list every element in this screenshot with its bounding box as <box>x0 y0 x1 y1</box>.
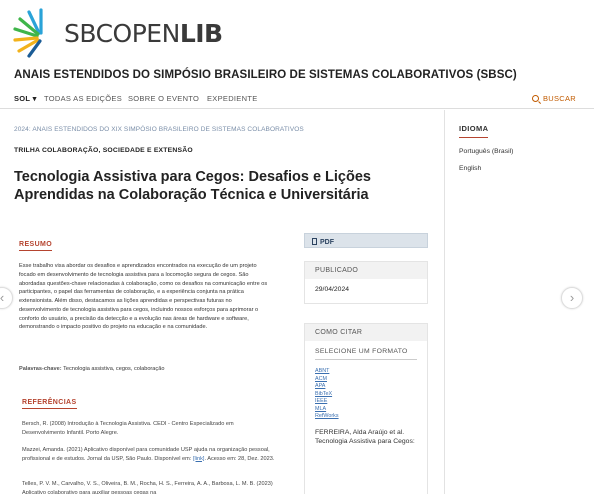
format-list: ABNT ACM APA BibTeX IEEE MLA RefWorks <box>305 360 427 421</box>
chevron-left-icon: ‹ <box>0 290 5 305</box>
format-apa[interactable]: APA <box>315 383 417 391</box>
page-title: Tecnologia Assistiva para Cegos: Desafio… <box>14 169 371 203</box>
reference-text-tail: . Acesso em: 28, Dez. 2023. <box>204 455 275 462</box>
references-heading: REFERÊNCIAS <box>22 399 77 409</box>
chevron-right-icon: › <box>569 290 575 305</box>
citation-card: COMO CITAR SELECIONE UM FORMATO ABNT ACM… <box>304 323 428 494</box>
sbc-openlib-logo[interactable]: SBCOPENLIB <box>12 6 223 64</box>
nav-sol-dropdown[interactable]: SOL ▾ <box>14 94 37 103</box>
sunburst-icon <box>13 8 43 58</box>
nav-all-editions[interactable]: TODAS AS EDIÇÕES <box>44 94 122 103</box>
search-link[interactable]: BUSCAR <box>531 94 576 103</box>
citation-text: FERREIRA, Alda Araújo et al. Tecnologia … <box>315 428 415 445</box>
reference-item: Bersch, R. (2008) Introdução à Tecnologi… <box>22 421 234 436</box>
main-nav: SOL ▾ TODAS AS EDIÇÕES SOBRE O EVENTO EX… <box>0 87 594 109</box>
cite-label: COMO CITAR <box>305 324 427 341</box>
section-label: TRILHA COLABORAÇÃO, SOCIEDADE E EXTENSÃO <box>14 147 193 154</box>
language-heading: IDIOMA <box>459 124 489 138</box>
nav-expediente[interactable]: EXPEDIENTE <box>207 94 258 103</box>
breadcrumb[interactable]: 2024: ANAIS ESTENDIDOS DO XIX SIMPÓSIO B… <box>14 126 304 133</box>
abstract-heading: RESUMO <box>19 241 53 251</box>
reference-item: Telles, P. V. M., Carvalho, V. S., Olive… <box>22 481 273 494</box>
published-label: PUBLICADO <box>305 262 427 279</box>
next-arrow-button[interactable]: › <box>561 287 583 309</box>
keywords: Palavras-chave: Tecnologia assistiva, ce… <box>19 366 164 372</box>
main-content: 2024: ANAIS ESTENDIDOS DO XIX SIMPÓSIO B… <box>0 110 594 494</box>
format-acm[interactable]: ACM <box>315 376 417 384</box>
logo-part-open: OPEN <box>112 19 181 48</box>
format-select-label[interactable]: SELECIONE UM FORMATO <box>305 341 427 355</box>
format-abnt[interactable]: ABNT <box>315 368 417 376</box>
reference-item: Mazzei, Amanda. (2021) Aplicativo dispon… <box>22 446 277 463</box>
nav-sol-label: SOL <box>14 94 31 103</box>
caret-down-icon: ▾ <box>32 94 37 103</box>
format-ieee[interactable]: IEEE <box>315 398 417 406</box>
format-bibtex[interactable]: BibTeX <box>315 391 417 399</box>
reference-link[interactable]: [link] <box>193 456 205 462</box>
format-refworks[interactable]: RefWorks <box>315 413 417 421</box>
search-icon <box>531 95 539 102</box>
language-english[interactable]: English <box>459 165 481 172</box>
keywords-value: Tecnologia assistiva, cegos, colaboração <box>63 366 165 372</box>
abstract-text: Esse trabalho visa abordar os desafios e… <box>19 263 268 331</box>
language-portuguese[interactable]: Português (Brasil) <box>459 148 513 155</box>
site-title[interactable]: ANAIS ESTENDIDOS DO SIMPÓSIO BRASILEIRO … <box>14 69 517 81</box>
format-mla[interactable]: MLA <box>315 406 417 414</box>
published-date: 29/04/2024 <box>315 286 350 293</box>
keywords-label: Palavras-chave: <box>19 366 62 372</box>
search-label: BUSCAR <box>542 94 576 103</box>
pdf-button[interactable]: PDF <box>304 233 428 248</box>
nav-about-event[interactable]: SOBRE O EVENTO <box>128 94 199 103</box>
published-card: PUBLICADO 29/04/2024 <box>304 261 428 304</box>
sidebar-divider <box>444 110 445 494</box>
document-icon <box>312 238 317 245</box>
logo-part-lib: LIB <box>179 19 223 48</box>
pdf-label: PDF <box>320 239 334 246</box>
prev-arrow-button[interactable]: ‹ <box>0 287 13 309</box>
logo-part-sbc: SBC <box>64 19 113 48</box>
logo-wordmark: SBCOPENLIB <box>64 19 223 48</box>
